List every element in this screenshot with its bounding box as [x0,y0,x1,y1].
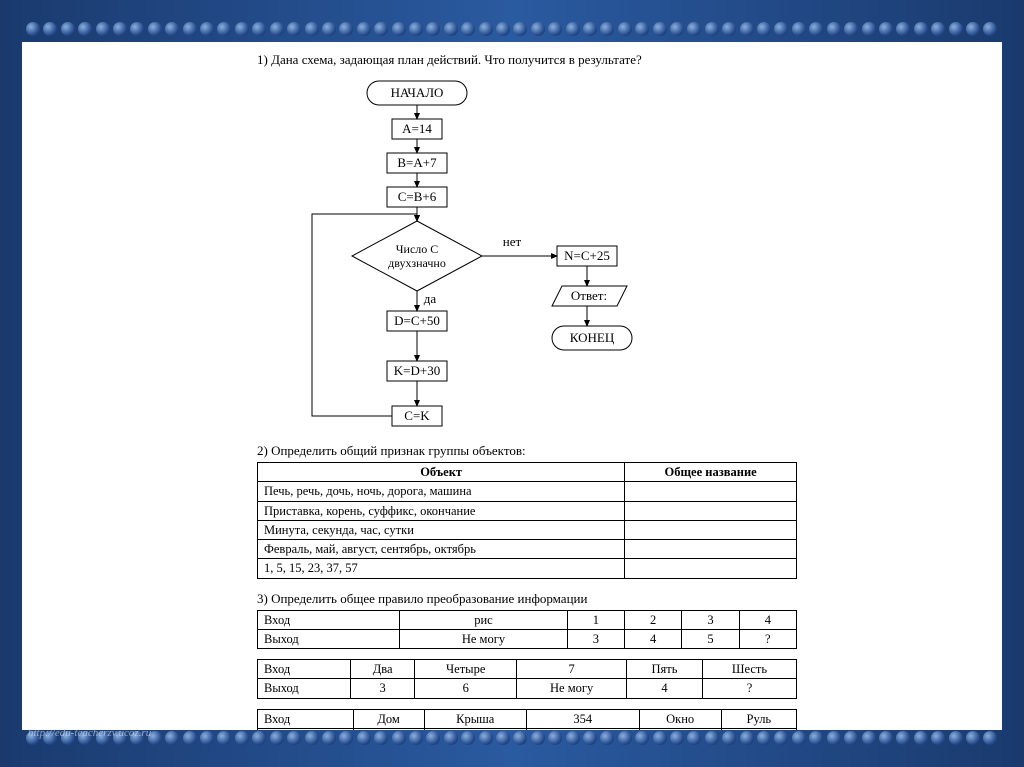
table-3c: ВходДомКрыша354ОкноРуль ВыходмаНе могуо? [257,709,797,731]
beads-bottom [22,731,1002,745]
t2-h1: Объект [258,463,625,482]
question-2: 2) Определить общий признак группы объек… [257,443,797,459]
table-3b: ВходДваЧетыре7ПятьШесть Выход36Не могу4? [257,659,797,699]
table-objects: ОбъектОбщее название Печь, речь, дочь, н… [257,462,797,579]
flow-cond-line2: двухзначно [388,256,446,270]
flow-d: D=C+50 [394,313,440,328]
flow-start: НАЧАЛО [391,85,444,100]
question-1: 1) Дана схема, задающая план действий. Ч… [257,52,797,68]
flow-a: A=14 [402,121,432,136]
question-3: 3) Определить общее правило преобразован… [257,591,797,607]
table-3a: Входрис1234 ВыходНе могу345? [257,610,797,650]
flow-b: B=A+7 [397,155,437,170]
flow-no: нет [503,234,522,249]
flow-ans: Ответ: [571,288,607,303]
t2-r2: Минута, секунда, час, сутки [258,520,625,539]
flowchart: НАЧАЛО A=14 B=A+7 C=B+6 Число С двухзнач… [257,71,717,441]
t2-r0: Печь, речь, дочь, ночь, дорога, машина [258,482,625,501]
t2-r4: 1, 5, 15, 23, 37, 57 [258,559,625,578]
flow-end: КОНЕЦ [570,330,615,345]
flow-n: N=C+25 [564,248,610,263]
slide-frame: 1) Дана схема, задающая план действий. Ч… [0,0,1024,767]
t2-r1: Приставка, корень, суффикс, окончание [258,501,625,520]
flow-cond-line1: Число С [396,242,439,256]
t2-r3: Февраль, май, август, сентябрь, октябрь [258,540,625,559]
beads-top [22,22,1002,36]
flow-c: C=B+6 [398,189,437,204]
page: 1) Дана схема, задающая план действий. Ч… [22,42,1002,730]
footer-url: http://edu-teacherzv.ucoz.ru [28,727,151,739]
t2-h2: Общее название [625,463,797,482]
flow-ck: C=K [404,408,430,423]
flow-k: K=D+30 [394,363,440,378]
content-area: 1) Дана схема, задающая план действий. Ч… [257,52,797,730]
flow-yes: да [424,291,437,306]
